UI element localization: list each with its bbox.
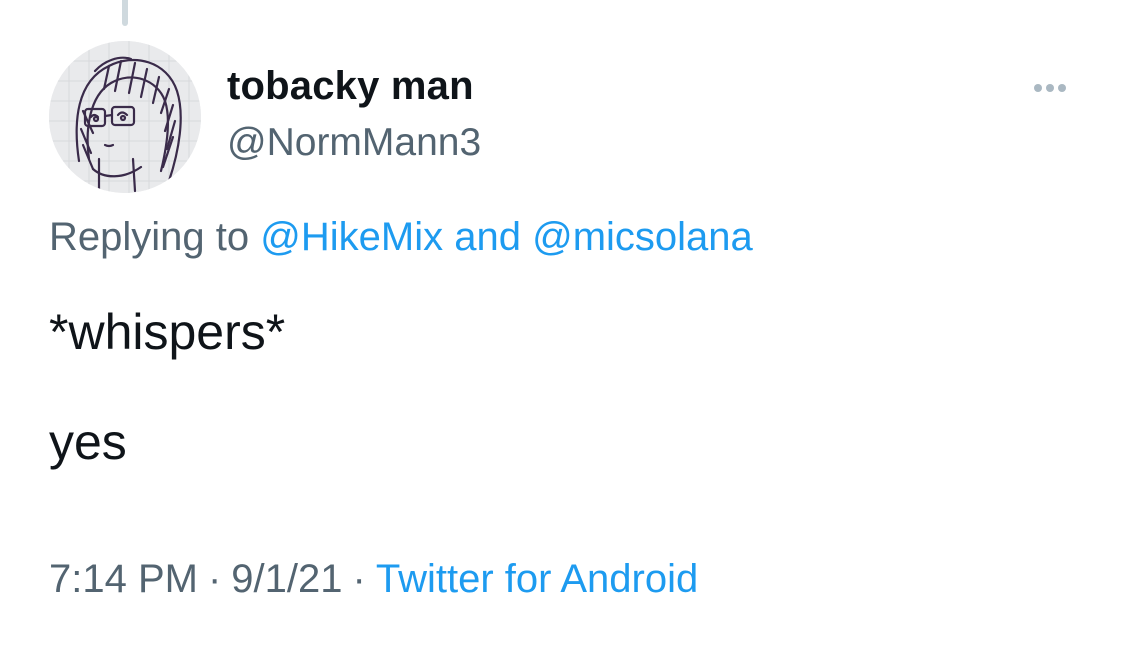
- avatar[interactable]: [49, 41, 201, 193]
- meta-separator: ·: [352, 557, 366, 601]
- thread-connector-line: [122, 0, 128, 26]
- tweet-text-line: *whispers*: [49, 304, 286, 360]
- mention-link-micsolana[interactable]: @micsolana: [532, 215, 753, 259]
- replying-to-line: Replying to @HikeMix and @micsolana: [49, 215, 753, 260]
- meta-separator: ·: [207, 557, 222, 601]
- tweet-source-link[interactable]: Twitter for Android: [376, 557, 698, 601]
- tweet-time[interactable]: 7:14 PM: [49, 557, 198, 601]
- display-name[interactable]: tobacky man: [227, 64, 474, 109]
- tweet-date[interactable]: 9/1/21: [231, 557, 342, 601]
- tweet-text-line: yes: [49, 414, 127, 470]
- more-horizontal-icon: [1034, 84, 1042, 92]
- mention-joiner: and: [454, 215, 521, 259]
- tweet-meta: 7:14 PM · 9/1/21 · Twitter for Android: [49, 557, 698, 602]
- more-horizontal-icon-dot: [1058, 84, 1066, 92]
- replying-to-label: Replying to: [49, 215, 250, 259]
- avatar-drawing-icon: [49, 41, 201, 193]
- more-options-button[interactable]: [1022, 70, 1078, 106]
- more-horizontal-icon-dot: [1046, 84, 1054, 92]
- user-handle[interactable]: @NormMann3: [227, 121, 481, 165]
- mention-link-hikemix[interactable]: @HikeMix: [260, 215, 443, 259]
